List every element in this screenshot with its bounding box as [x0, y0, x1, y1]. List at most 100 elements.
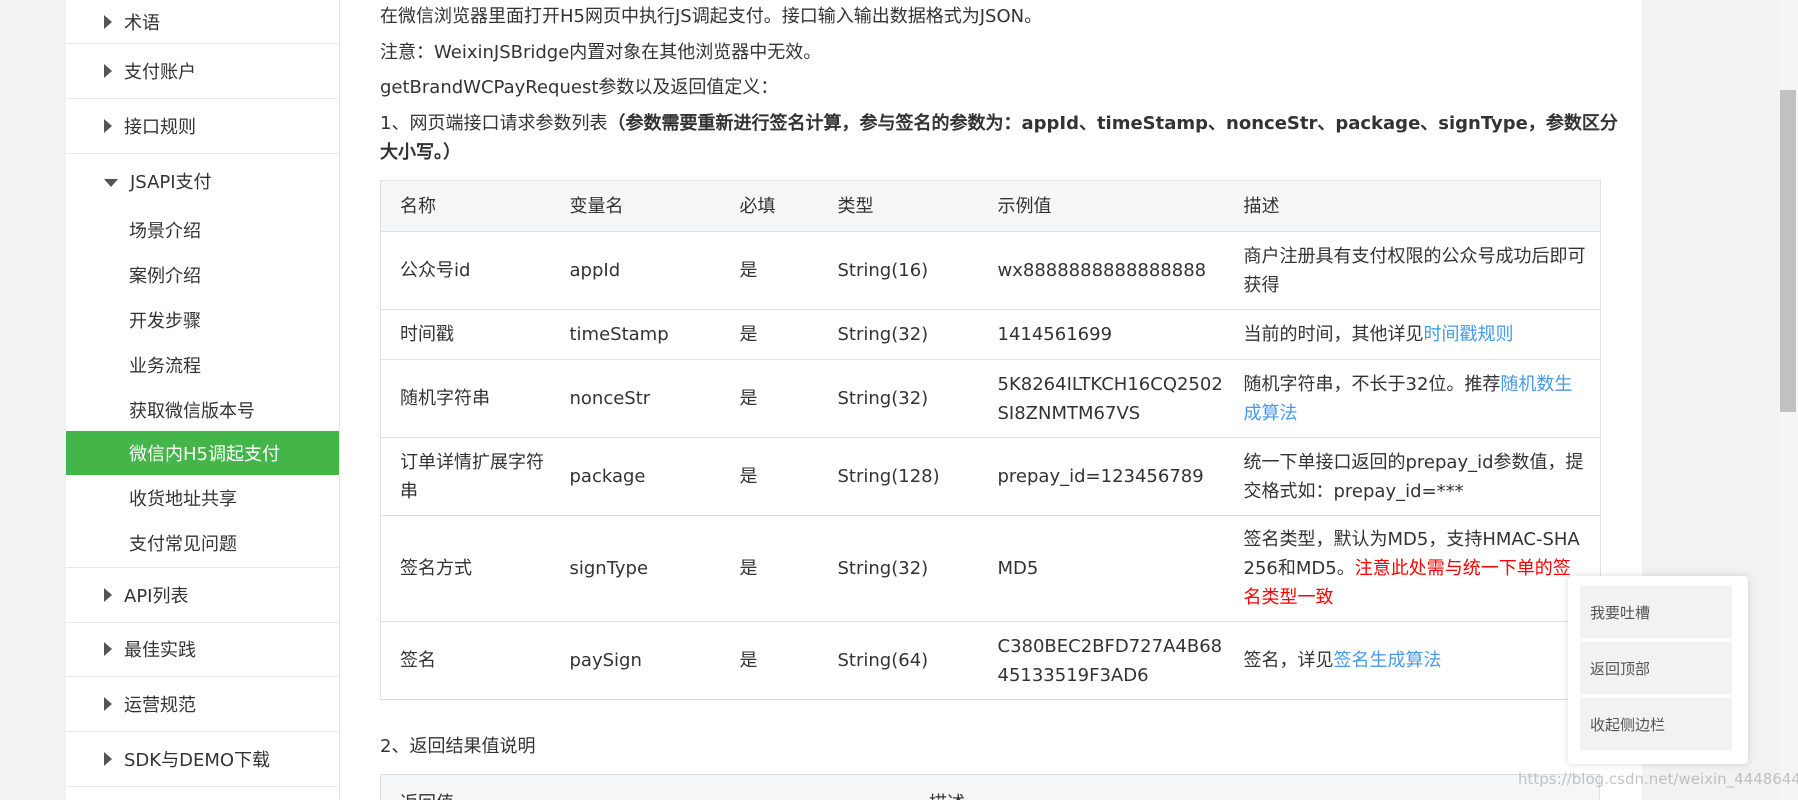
caret-right-icon: [104, 119, 112, 133]
cell-example: MD5: [978, 515, 1225, 622]
table-row: 公众号id appId 是 String(16) wx8888888888888…: [380, 231, 1601, 310]
section1-heading-cont: 大小写。）: [380, 139, 461, 167]
cell-type: String(16): [818, 231, 979, 310]
watermark-text: https://blog.csdn.net/weixin_44486449: [1518, 770, 1798, 788]
caret-right-icon: [104, 588, 112, 602]
sidebar-item-cases[interactable]: 案例介绍: [66, 253, 339, 297]
feedback-label: 我要吐槽: [1590, 603, 1651, 622]
sidebar-group-label: 支付账户: [124, 62, 196, 83]
column-header: 示例值: [978, 180, 1225, 232]
cell-desc: 随机字符串，不长于32位。推荐随机数生成算法: [1224, 359, 1601, 438]
collapse-sidebar-button[interactable]: 收起侧边栏: [1580, 698, 1732, 750]
sidebar-group-accounts[interactable]: 支付账户: [66, 44, 339, 99]
sidebar-group-operations[interactable]: 运营规范: [66, 677, 339, 732]
cell-desc: 签名，详见签名生成算法: [1224, 621, 1601, 700]
sidebar-item-faq[interactable]: 支付常见问题: [66, 521, 339, 565]
sidebar-group-label: API列表: [124, 586, 189, 607]
sidebar-item-label: 微信内H5调起支付: [129, 444, 280, 465]
cell-desc: 商户注册具有支付权限的公众号成功后即可获得: [1224, 231, 1601, 310]
caret-down-icon: [104, 178, 118, 187]
cell-example: 1414561699: [978, 309, 1225, 360]
main-content: 在微信浏览器里面打开H5网页中执行JS调起支付。接口输入输出数据格式为JSON。…: [340, 0, 1642, 800]
cell-var: nonceStr: [550, 359, 721, 438]
cell-name: 签名: [380, 621, 551, 700]
table-row: 签名方式 signType 是 String(32) MD5 签名类型，默认为M…: [380, 515, 1601, 622]
sidebar-group-rules[interactable]: 接口规则: [66, 99, 339, 154]
note-text: 注意：WeixinJSBridge内置对象在其他浏览器中无效。: [380, 42, 822, 63]
sidebar-group-label: 术语: [124, 12, 160, 34]
sidebar-group-terms[interactable]: 术语: [66, 0, 339, 44]
caret-right-icon: [104, 697, 112, 711]
cell-var: signType: [550, 515, 721, 622]
cell-type: String(128): [818, 437, 979, 516]
cell-example: wx8888888888888888: [978, 231, 1225, 310]
sidebar-item-version[interactable]: 获取微信版本号: [66, 388, 339, 432]
section1-heading: 1、网页端接口请求参数列表（参数需要重新进行签名计算，参与签名的参数为：appI…: [380, 110, 1618, 138]
cell-name: 签名方式: [380, 515, 551, 622]
desc-text: 随机字符串，不长于32位。推荐: [1243, 373, 1501, 395]
cell-name: 公众号id: [380, 231, 551, 310]
sidebar-item-scenario[interactable]: 场景介绍: [66, 208, 339, 252]
cell-example: 5K8264ILTKCH16CQ2502SI8ZNMTM67VS: [978, 359, 1225, 438]
sidebar-item-label: 支付常见问题: [129, 534, 237, 555]
section1-bold-note: （参数需要重新进行签名计算，参与签名的参数为：appId、timeStamp、n…: [607, 113, 1618, 134]
sidebar-group-label: JSAPI支付: [130, 172, 212, 193]
column-header: 描述: [1224, 180, 1601, 232]
sidebar-item-label: 开发步骤: [129, 311, 201, 332]
desc-text: 签名，详见: [1243, 650, 1334, 671]
return-table-header: 返回值 描述: [380, 774, 1600, 800]
page: 术语 支付账户 接口规则 JSAPI支付 场景介绍 案例介绍 开发步骤 业务流程…: [0, 0, 1798, 800]
section1-prefix: 1、网页端接口请求参数列表: [380, 113, 608, 134]
caret-right-icon: [104, 64, 112, 78]
cell-desc: 当前的时间，其他详见时间戳规则: [1224, 309, 1601, 360]
table-header-row: 名称 变量名 必填 类型 示例值 描述: [380, 180, 1601, 232]
back-to-top-button[interactable]: 返回顶部: [1580, 642, 1732, 694]
caret-right-icon: [104, 14, 112, 29]
sidebar-item-label: 业务流程: [129, 356, 201, 377]
sidebar-item-label: 场景介绍: [129, 221, 201, 242]
table-row: 签名 paySign 是 String(64) C380BEC2BFD727A4…: [380, 621, 1601, 700]
section1-bold-note-cont: 大小写。）: [380, 142, 461, 163]
column-header: 名称: [380, 180, 551, 232]
definition-text: getBrandWCPayRequest参数以及返回值定义：: [380, 77, 779, 98]
column-header: 变量名: [550, 180, 721, 232]
section2-heading: 2、返回结果值说明: [380, 736, 536, 757]
sidebar-group-best-practice[interactable]: 最佳实践: [66, 622, 339, 677]
cell-required: 是: [720, 309, 819, 360]
cell-required: 是: [720, 359, 819, 438]
sign-algorithm-link[interactable]: 签名生成算法: [1334, 650, 1442, 671]
column-header: 必填: [720, 180, 819, 232]
cell-var: timeStamp: [550, 309, 721, 360]
cell-var: paySign: [550, 621, 721, 700]
sidebar-item-flow[interactable]: 业务流程: [66, 343, 339, 387]
column-header: 类型: [818, 180, 979, 232]
column-header: 描述: [929, 789, 965, 800]
cell-required: 是: [720, 437, 819, 516]
sidebar-group-sdk[interactable]: SDK与DEMO下载: [66, 732, 339, 787]
back-to-top-label: 返回顶部: [1590, 659, 1651, 678]
cell-name: 订单详情扩展字符串: [380, 437, 551, 516]
feedback-button[interactable]: 我要吐槽: [1580, 586, 1732, 638]
cell-var: appId: [550, 231, 721, 310]
caret-right-icon: [104, 642, 112, 656]
scrollbar-thumb[interactable]: [1780, 90, 1796, 412]
table-row: 随机字符串 nonceStr 是 String(32) 5K8264ILTKCH…: [380, 359, 1601, 438]
sidebar-group-api[interactable]: API列表: [66, 567, 339, 623]
cell-desc: 签名类型，默认为MD5，支持HMAC-SHA256和MD5。注意此处需与统一下单…: [1224, 515, 1601, 622]
floating-action-panel: 我要吐槽 返回顶部 收起侧边栏: [1568, 576, 1748, 764]
sidebar-item-label: 获取微信版本号: [129, 401, 255, 422]
cell-var: package: [550, 437, 721, 516]
column-header: 返回值: [400, 789, 454, 800]
cell-type: String(32): [818, 309, 979, 360]
sidebar-group-label: 最佳实践: [124, 640, 196, 661]
cell-example: prepay_id=123456789: [978, 437, 1225, 516]
sidebar-item-address[interactable]: 收货地址共享: [66, 476, 339, 520]
sidebar-group-label: SDK与DEMO下载: [124, 750, 271, 771]
sidebar-group-jsapi[interactable]: JSAPI支付: [66, 154, 339, 208]
sidebar-item-dev-steps[interactable]: 开发步骤: [66, 298, 339, 342]
cell-example: C380BEC2BFD727A4B6845133519F3AD6: [978, 621, 1225, 700]
timestamp-rule-link[interactable]: 时间戳规则: [1424, 324, 1514, 345]
params-table: 名称 变量名 必填 类型 示例值 描述 公众号id appId 是 String…: [380, 180, 1601, 700]
sidebar-item-h5-pay[interactable]: 微信内H5调起支付: [66, 431, 339, 475]
sidebar-item-label: 案例介绍: [129, 266, 201, 287]
